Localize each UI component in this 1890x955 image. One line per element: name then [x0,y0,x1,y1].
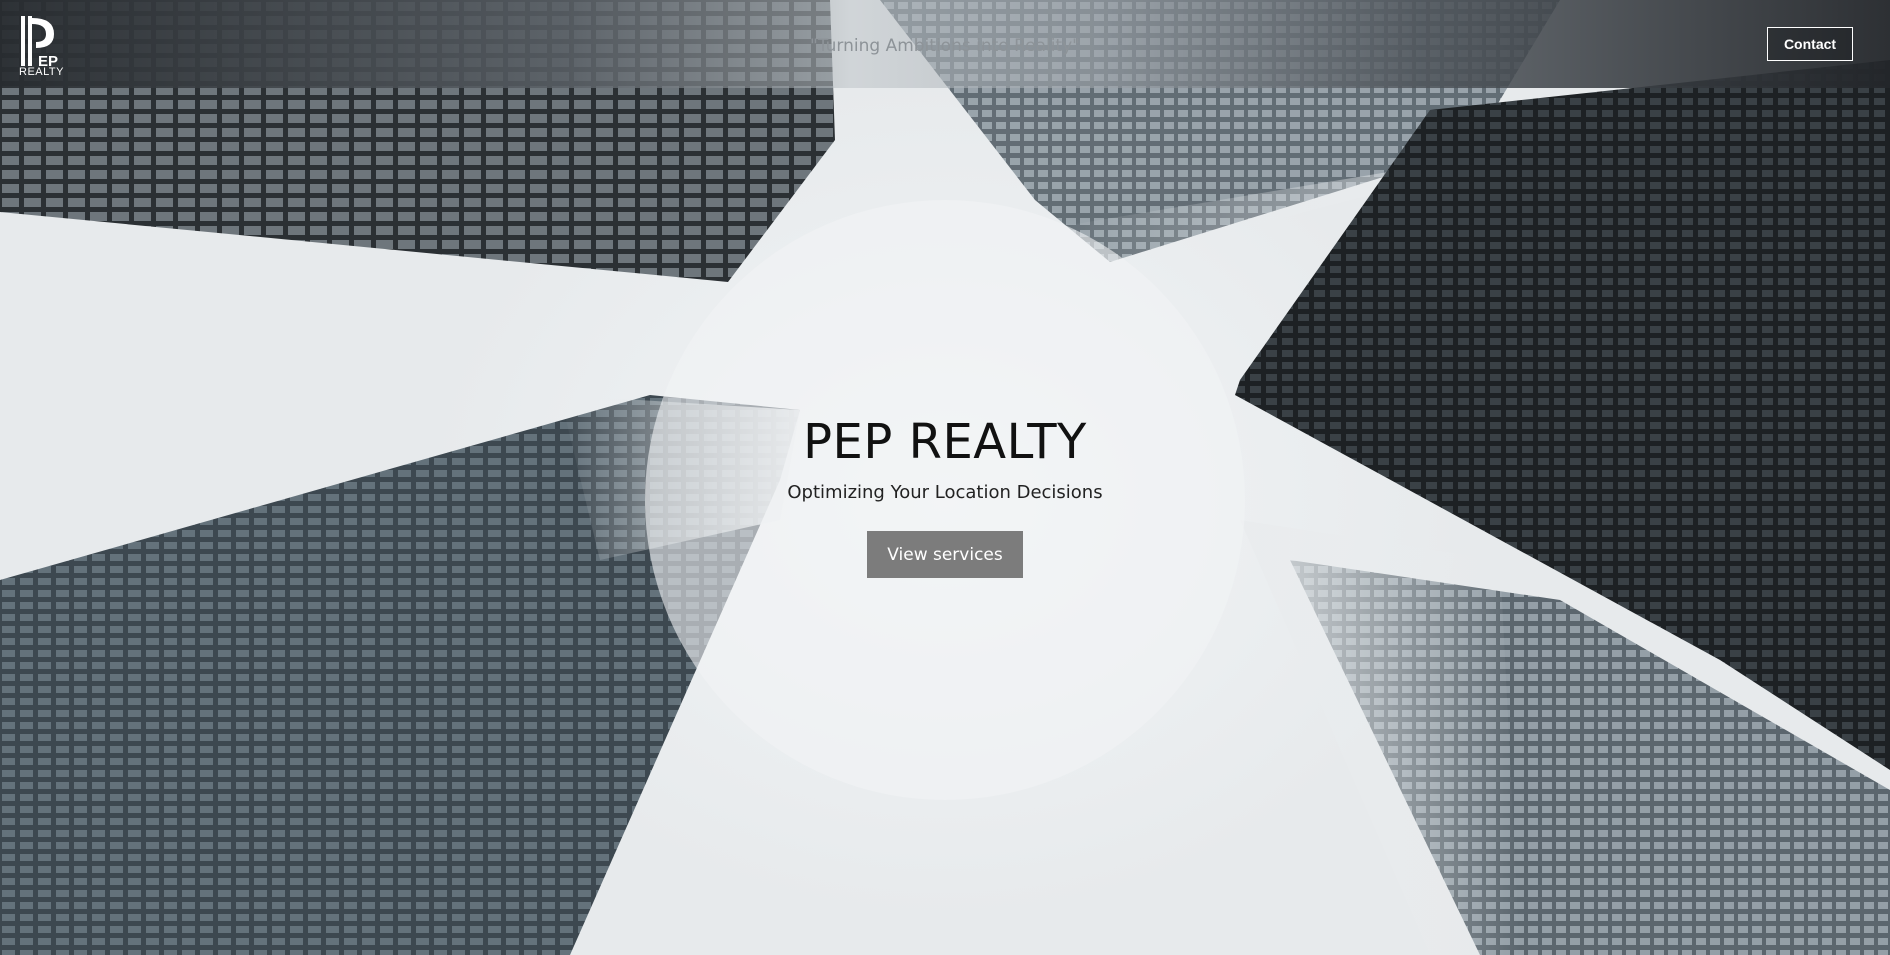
view-services-button[interactable]: View services [867,531,1023,578]
hero-section: PEP REALTY Optimizing Your Location Deci… [0,414,1890,578]
hero-title: PEP REALTY [803,414,1087,470]
hero-subtitle: Optimizing Your Location Decisions [787,482,1103,503]
logo-wordmark: REALTY [19,66,64,78]
top-navigation-bar: EP REALTY "Turning Ambitions into Realit… [0,0,1890,88]
contact-button[interactable]: Contact [1767,27,1853,61]
header-tagline: "Turning Ambitions into Reality" [810,36,1080,56]
